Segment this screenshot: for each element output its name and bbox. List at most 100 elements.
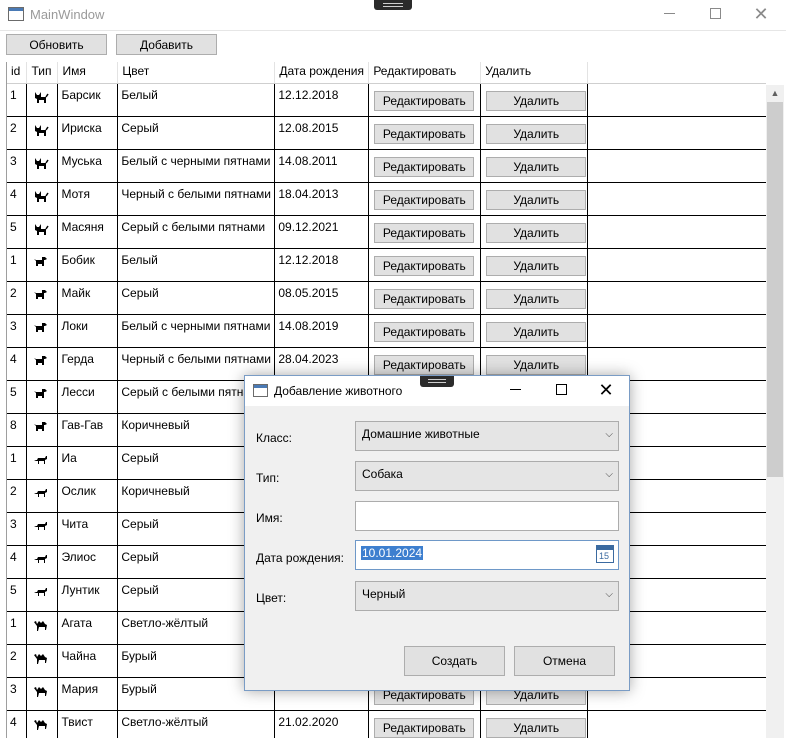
dialog-maximize-button[interactable] xyxy=(538,376,584,406)
edit-button[interactable]: Редактировать xyxy=(374,222,475,243)
cell-color: Белый с черными пятнами xyxy=(117,149,276,183)
column-header-edit[interactable]: Редактировать xyxy=(368,62,482,84)
birth-date-picker[interactable]: 10.01.2024 15 xyxy=(355,540,619,570)
cell-id: 1 xyxy=(7,248,28,282)
delete-button[interactable]: Удалить xyxy=(486,156,587,177)
name-label: Имя: xyxy=(256,511,283,525)
create-button[interactable]: Создать xyxy=(404,646,505,676)
edit-button[interactable]: Редактировать xyxy=(374,717,475,738)
class-selected-value: Домашние животные xyxy=(362,427,480,441)
column-header-id[interactable]: id xyxy=(7,62,28,84)
cell-id: 3 xyxy=(7,677,28,711)
window-grip-handle[interactable] xyxy=(374,0,412,10)
class-combobox[interactable]: Домашние животные ⌵ xyxy=(355,421,619,451)
close-icon: ✕ xyxy=(753,4,769,24)
cell-name: Твист xyxy=(57,710,119,738)
dog-icon xyxy=(33,387,56,403)
add-button[interactable]: Добавить xyxy=(116,34,217,55)
cell-type xyxy=(26,248,59,282)
cell-type xyxy=(26,479,59,513)
maximize-icon xyxy=(555,384,567,396)
cell-id: 2 xyxy=(7,116,28,150)
name-input[interactable] xyxy=(355,501,619,531)
delete-button[interactable]: Удалить xyxy=(486,189,587,210)
birth-date-label: Дата рождения: xyxy=(256,551,344,565)
edit-button[interactable]: Редактировать xyxy=(374,123,475,144)
column-header-birth[interactable]: Дата рождения xyxy=(274,62,370,84)
cell-delete: Удалить xyxy=(480,281,589,315)
type-combobox[interactable]: Собака ⌵ xyxy=(355,461,619,491)
cell-delete: Удалить xyxy=(480,116,589,150)
refresh-button[interactable]: Обновить xyxy=(6,34,107,55)
delete-button[interactable]: Удалить xyxy=(486,321,587,342)
cell-delete: Удалить xyxy=(480,182,589,216)
edit-button[interactable]: Редактировать xyxy=(374,321,475,342)
table-row[interactable]: 4 Мотя Черный с белыми пятнами 18.04.2013 Ре… xyxy=(7,182,766,216)
table-row[interactable]: 3 Локи Белый с черными пятнами 14.08.2019 Ре… xyxy=(7,314,766,348)
grid-header-row: id Тип Имя Цвет Дата рождения Редактиров… xyxy=(7,62,766,84)
dialog-close-button[interactable]: ✕ xyxy=(583,376,629,406)
maximize-button[interactable] xyxy=(692,0,738,30)
cell-delete: Удалить xyxy=(480,314,589,348)
scroll-up-arrow-icon[interactable]: ▲ xyxy=(766,85,784,102)
dog-icon xyxy=(33,321,56,337)
column-header-type[interactable]: Тип xyxy=(26,62,59,84)
dialog-grip-handle[interactable] xyxy=(420,376,454,387)
cell-filler xyxy=(587,83,766,117)
cell-name: Иа xyxy=(57,446,119,480)
color-combobox[interactable]: Черный ⌵ xyxy=(355,581,619,611)
delete-button[interactable]: Удалить xyxy=(486,717,587,738)
calendar-day-number: 15 xyxy=(599,551,610,561)
cell-id: 4 xyxy=(7,545,28,579)
cell-name: Гав-Гав xyxy=(57,413,119,447)
column-header-name[interactable]: Имя xyxy=(57,62,119,84)
cell-id: 3 xyxy=(7,512,28,546)
cell-type xyxy=(26,281,59,315)
vertical-scrollbar[interactable]: ▲ xyxy=(766,85,784,738)
cell-id: 4 xyxy=(7,710,28,738)
cell-edit: Редактировать xyxy=(368,281,482,315)
table-row[interactable]: 1 Барсик Белый 12.12.2018 Редактировать Удали… xyxy=(7,83,766,117)
table-row[interactable]: 3 Муська Белый с черными пятнами 14.08.2011… xyxy=(7,149,766,183)
cell-birth-date: 09.12.2021 xyxy=(274,215,370,249)
table-row[interactable]: 4 Твист Светло-жёлтый 21.02.2020 Редактирова… xyxy=(7,710,766,738)
edit-button[interactable]: Редактировать xyxy=(374,354,475,375)
table-row[interactable]: 1 Бобик Белый 12.12.2018 Редактировать Удалит… xyxy=(7,248,766,282)
edit-button[interactable]: Редактировать xyxy=(374,90,475,111)
delete-button[interactable]: Удалить xyxy=(486,255,587,276)
table-row[interactable]: 5 Масяня Серый с белыми пятнами 09.12.2021 Р… xyxy=(7,215,766,249)
edit-button[interactable]: Редактировать xyxy=(374,189,475,210)
scrollbar-thumb[interactable] xyxy=(767,102,783,477)
close-button[interactable]: ✕ xyxy=(738,0,784,30)
cell-type xyxy=(26,380,59,414)
minimize-button[interactable] xyxy=(646,0,692,30)
cell-delete: Удалить xyxy=(480,248,589,282)
donkey-icon xyxy=(33,519,56,535)
table-row[interactable]: 2 Ириска Серый 12.08.2015 Редактировать Удали… xyxy=(7,116,766,150)
delete-button[interactable]: Удалить xyxy=(486,354,587,375)
dialog-title: Добавление животного xyxy=(274,384,403,398)
table-row[interactable]: 2 Майк Серый 08.05.2015 Редактировать Удалить xyxy=(7,281,766,315)
edit-button[interactable]: Редактировать xyxy=(374,156,475,177)
cell-type xyxy=(26,611,59,645)
dialog-minimize-button[interactable] xyxy=(492,376,538,406)
add-animal-dialog: Добавление животного ✕ Класс: Домашние ж… xyxy=(244,375,630,691)
cell-birth-date: 12.12.2018 xyxy=(274,248,370,282)
edit-button[interactable]: Редактировать xyxy=(374,288,475,309)
calendar-icon[interactable]: 15 xyxy=(596,545,614,563)
edit-button[interactable]: Редактировать xyxy=(374,255,475,276)
cell-id: 2 xyxy=(7,479,28,513)
birth-date-value[interactable]: 10.01.2024 xyxy=(361,546,424,560)
column-header-delete[interactable]: Удалить xyxy=(480,62,589,84)
cell-id: 4 xyxy=(7,182,28,216)
delete-button[interactable]: Удалить xyxy=(486,222,587,243)
column-header-color[interactable]: Цвет xyxy=(117,62,276,84)
cancel-button[interactable]: Отмена xyxy=(514,646,615,676)
type-label: Тип: xyxy=(256,471,280,485)
delete-button[interactable]: Удалить xyxy=(486,288,587,309)
delete-button[interactable]: Удалить xyxy=(486,123,587,144)
cell-type xyxy=(26,83,59,117)
cell-name: Масяня xyxy=(57,215,119,249)
dialog-title-bar: Добавление животного ✕ xyxy=(245,376,629,406)
delete-button[interactable]: Удалить xyxy=(486,90,587,111)
